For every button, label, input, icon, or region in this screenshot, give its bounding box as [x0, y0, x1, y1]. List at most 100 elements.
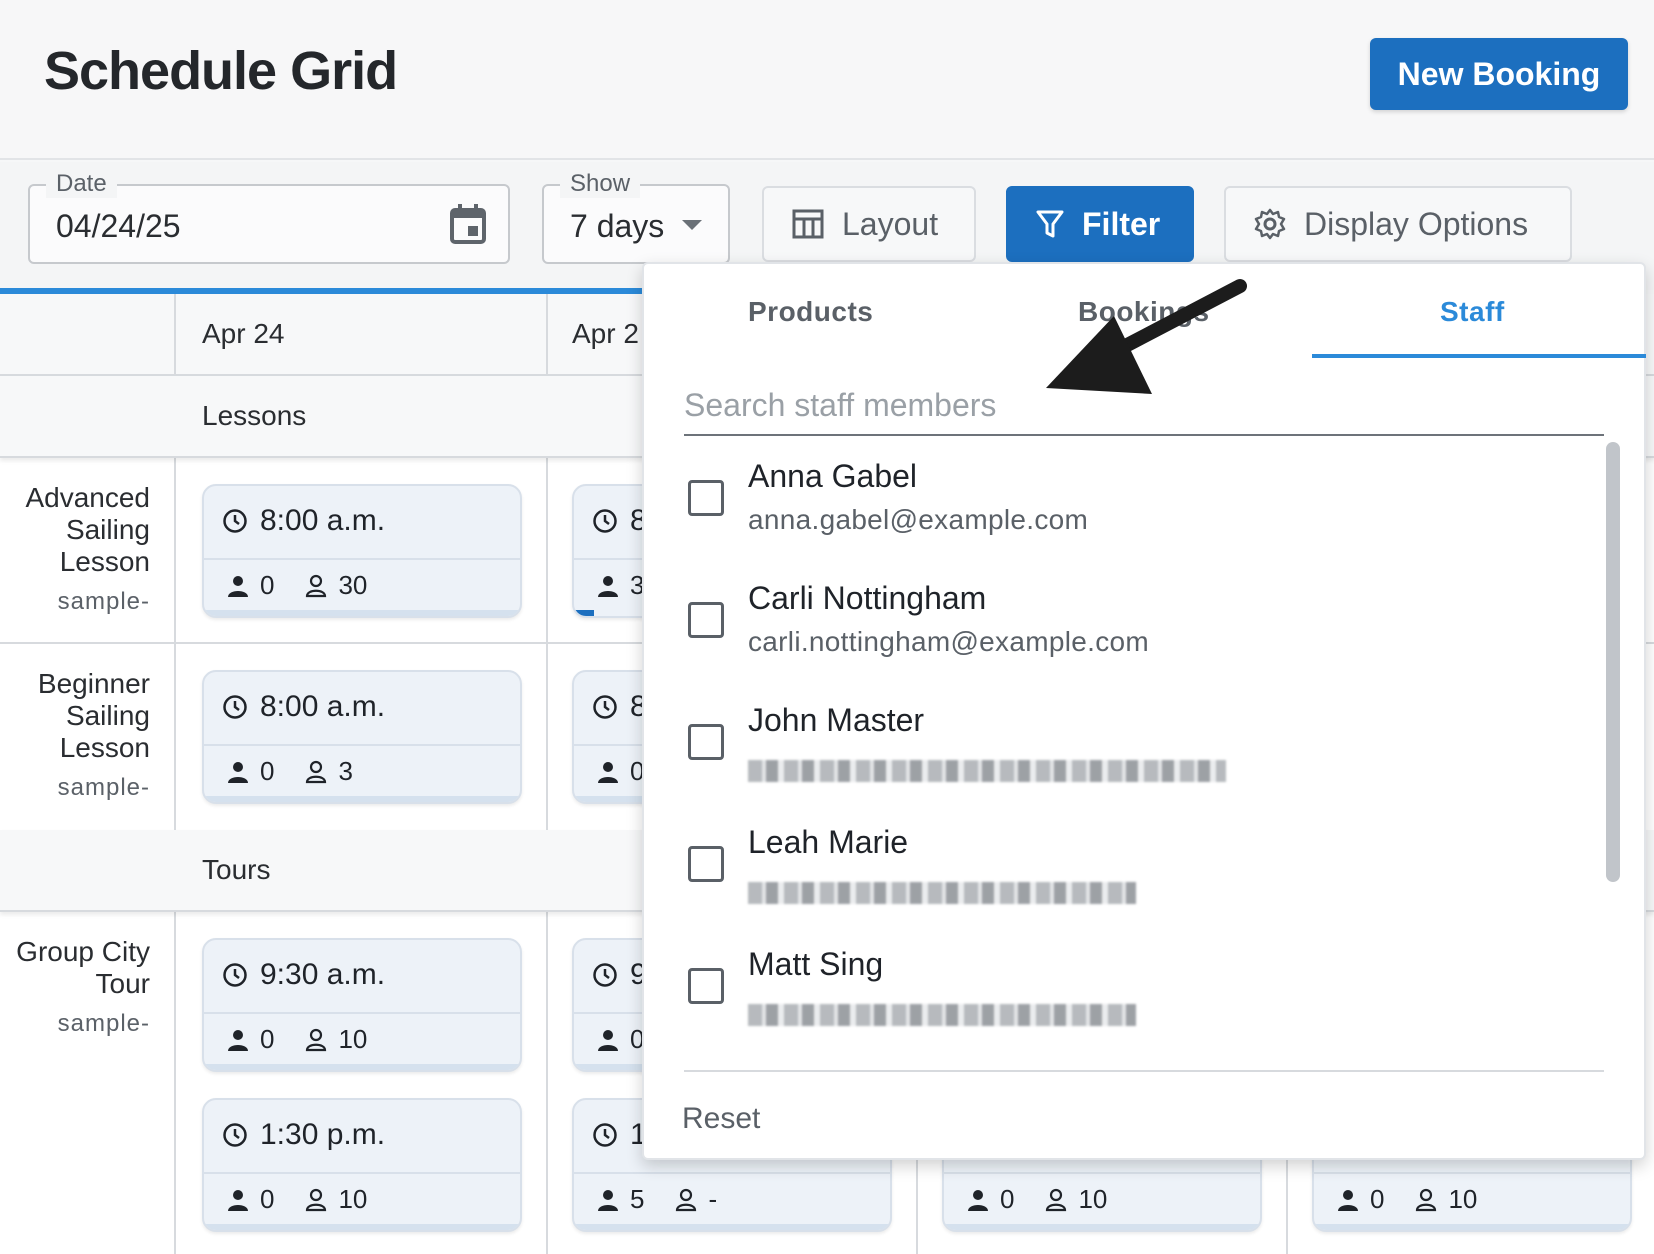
date-field[interactable]: Date 04/24/25	[28, 170, 510, 264]
slot-stats: 0	[596, 1024, 644, 1055]
show-value: 7 days	[570, 208, 665, 244]
panel-divider	[684, 1070, 1604, 1072]
staff-list: Anna Gabel anna.gabel@example.com Carli …	[644, 444, 1604, 1064]
capacity-count: 10	[338, 1024, 368, 1054]
person-filled-icon	[228, 575, 248, 597]
slot-time: 1:30 p.m.	[222, 1118, 385, 1152]
booked-count: 0	[260, 1184, 275, 1214]
redacted-email	[748, 1004, 1136, 1026]
slot-stats: 0 10	[1336, 1184, 1477, 1215]
show-select[interactable]: Show 7 days	[542, 170, 730, 264]
staff-name: Leah Marie	[748, 824, 909, 860]
list-item[interactable]: Leah Marie	[644, 810, 1604, 932]
row-sub: sample-	[57, 1010, 150, 1037]
person-outline-icon	[306, 760, 327, 783]
clock-icon	[223, 695, 247, 719]
clock-icon	[223, 963, 247, 987]
row-name: Group City Tour	[16, 936, 150, 999]
booking-slot-card[interactable]: 1:30 p.m. 0 10	[202, 1098, 522, 1232]
calendar-icon[interactable]	[450, 204, 486, 244]
capacity-count: 10	[1448, 1184, 1478, 1214]
booking-slot-card[interactable]: 8:00 a.m. 0 30	[202, 484, 522, 618]
booked-count: 0	[260, 756, 275, 786]
card-divider	[204, 1172, 520, 1174]
row-name: Advanced Sailing Lesson	[25, 482, 150, 577]
capacity-count: 30	[338, 570, 368, 600]
scrollbar[interactable]	[1606, 442, 1620, 882]
slot-time-text: 1:30 p.m.	[260, 1118, 386, 1151]
list-item[interactable]: John Master	[644, 688, 1604, 810]
staff-email: carli.nottingham@example.com	[748, 626, 1149, 657]
capacity-count: 3	[338, 756, 353, 786]
person-outline-icon	[306, 574, 327, 597]
person-filled-icon	[228, 761, 248, 783]
staff-name: Carli Nottingham	[748, 580, 987, 616]
booked-count: 0	[260, 570, 275, 600]
staff-name: Matt Sing	[748, 946, 884, 982]
date-value: 04/24/25	[56, 208, 181, 244]
slot-stats: 0	[596, 756, 644, 787]
slot-time: 8:00 a.m.	[222, 690, 385, 724]
filter-label: Filter	[1082, 205, 1161, 242]
column-header-apr-24: Apr 24	[202, 318, 285, 349]
redacted-email	[748, 882, 1136, 904]
staff-name: John Master	[748, 702, 925, 738]
section-label: Tours	[202, 854, 271, 885]
annotation-arrow-icon	[1046, 279, 1247, 394]
filter-icon	[1036, 210, 1064, 238]
tab-staff[interactable]: Staff	[1440, 296, 1505, 328]
tab-products[interactable]: Products	[748, 296, 873, 328]
card-divider	[204, 1012, 520, 1014]
list-item[interactable]: Anna Gabel anna.gabel@example.com	[644, 444, 1604, 566]
person-filled-icon	[598, 761, 618, 783]
booking-slot-card[interactable]: 8:00 a.m. 0 3	[202, 670, 522, 804]
slot-stats: 0 10	[966, 1184, 1107, 1215]
booked-count: 5	[630, 1184, 645, 1214]
capacity-count: 10	[338, 1184, 368, 1214]
show-label: Show	[560, 170, 641, 198]
slot-time-text: 9:30 a.m.	[260, 958, 386, 991]
reset-button[interactable]: Reset	[682, 1102, 760, 1136]
column-header-apr-25: Apr 2	[572, 318, 639, 349]
person-outline-icon	[676, 1188, 697, 1211]
staff-checkbox[interactable]	[688, 602, 724, 638]
clock-icon	[593, 1123, 617, 1147]
staff-checkbox[interactable]	[688, 480, 724, 516]
person-filled-icon	[228, 1029, 248, 1051]
filter-button[interactable]: Filter	[1006, 186, 1194, 262]
card-divider	[574, 1172, 890, 1174]
person-filled-icon	[598, 1189, 618, 1211]
clock-icon	[593, 695, 617, 719]
display-options-button[interactable]: Display Options	[1224, 186, 1572, 262]
layout-label: Layout	[842, 205, 939, 242]
staff-name: Anna Gabel	[748, 458, 918, 494]
person-outline-icon	[306, 1028, 327, 1051]
person-outline-icon	[1416, 1188, 1437, 1211]
new-booking-button[interactable]: New Booking	[1370, 38, 1628, 110]
staff-checkbox[interactable]	[688, 724, 724, 760]
clock-icon	[593, 963, 617, 987]
booking-slot-card[interactable]: 9:30 a.m. 0 10	[202, 938, 522, 1072]
person-outline-icon	[306, 1188, 327, 1211]
gear-icon	[1254, 208, 1286, 240]
chevron-down-icon	[682, 220, 702, 230]
slot-stats: 0 30	[226, 570, 367, 601]
row-label-group-city-tour: Group City Tour sample-	[0, 936, 150, 1040]
slot-time: 8	[592, 504, 647, 538]
row-sub: sample-	[57, 588, 150, 615]
list-item[interactable]: Carli Nottingham carli.nottingham@exampl…	[644, 566, 1604, 688]
row-sub: sample-	[57, 774, 150, 801]
person-outline-icon	[1046, 1188, 1067, 1211]
staff-checkbox[interactable]	[688, 846, 724, 882]
capacity-count: 10	[1078, 1184, 1108, 1214]
staff-checkbox[interactable]	[688, 968, 724, 1004]
active-tab-indicator	[1312, 354, 1646, 358]
layout-button[interactable]: Layout	[762, 186, 976, 262]
capacity-count: -	[708, 1184, 718, 1214]
page-header: Schedule Grid New Booking	[0, 0, 1654, 160]
row-label-beginner-sailing: Beginner Sailing Lesson sample-	[0, 668, 150, 804]
card-divider	[204, 558, 520, 560]
list-item[interactable]: Matt Sing	[644, 932, 1604, 1054]
person-filled-icon	[598, 575, 618, 597]
layout-icon	[792, 209, 824, 239]
